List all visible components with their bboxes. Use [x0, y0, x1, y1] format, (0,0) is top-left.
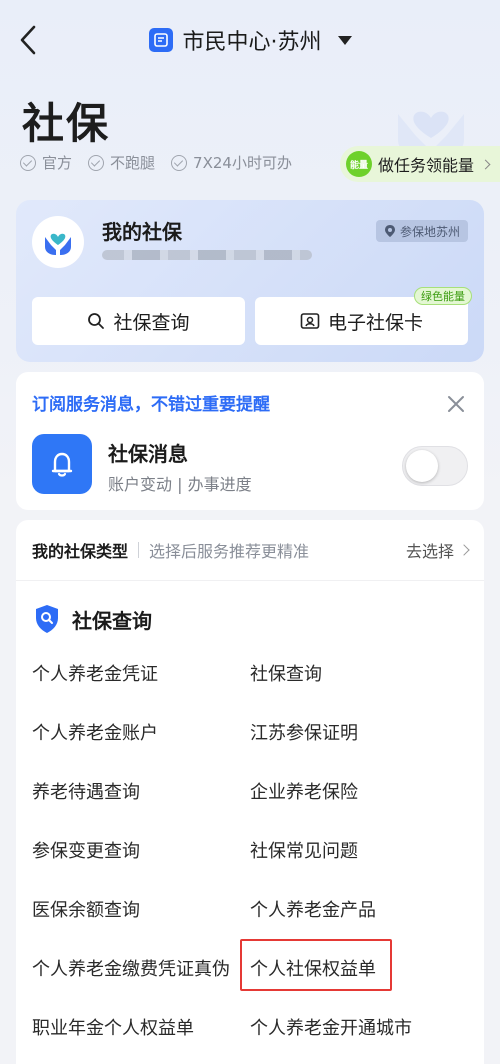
- card-title: 我的社保: [102, 220, 182, 244]
- divider: [16, 580, 484, 581]
- enrollment-change-query-link[interactable]: 参保变更查询: [32, 837, 140, 863]
- search-icon: [88, 313, 105, 329]
- pension-payment-verify-link[interactable]: 个人养老金缴费凭证真伪: [32, 955, 230, 981]
- insurance-type-hint: 选择后服务推荐更精准: [149, 542, 310, 561]
- social-security-query-link[interactable]: 社保查询: [250, 660, 322, 686]
- heart-hands-icon: [45, 233, 71, 255]
- pension-cities-link[interactable]: 个人养老金开通城市: [250, 1014, 412, 1040]
- energy-badge: 能量: [346, 151, 372, 177]
- green-energy-tag: 绿色能量: [414, 287, 472, 305]
- chevron-right-icon: [458, 544, 470, 556]
- faq-link[interactable]: 社保常见问题: [250, 837, 358, 863]
- choose-type-link[interactable]: 去选择: [406, 538, 470, 562]
- insurance-type-row[interactable]: 我的社保类型 选择后服务推荐更精准 去选择: [16, 520, 484, 580]
- shield-search-icon: [36, 605, 58, 633]
- subscription-heading: 订阅服务消息，不错过重要提醒: [32, 395, 270, 415]
- toggle-knob: [406, 450, 438, 482]
- pension-benefits-query-link[interactable]: 养老待遇查询: [32, 778, 140, 804]
- citizen-center-icon: [148, 28, 173, 52]
- subscription-card: 订阅服务消息，不错过重要提醒 社保消息 账户变动 | 办事进度: [16, 372, 484, 510]
- divider: [138, 542, 140, 558]
- page-title: 社保: [22, 99, 111, 148]
- energy-task-button[interactable]: 能量 做任务领能量: [340, 146, 500, 182]
- services-card: 我的社保类型 选择后服务推荐更精准 去选择 社保查询 个人养老金凭证 社保查询个人…: [16, 520, 484, 1064]
- close-icon[interactable]: [446, 394, 466, 414]
- bell-icon: [32, 434, 92, 494]
- enterprise-pension-link[interactable]: 企业养老保险: [250, 778, 358, 804]
- pension-products-link[interactable]: 个人养老金产品: [250, 896, 376, 922]
- section-header: 社保查询: [34, 604, 152, 634]
- check-circle-icon: [171, 154, 188, 171]
- feature-24h: 7X24小时可办: [171, 152, 292, 173]
- annuity-rights-statement-link[interactable]: 职业年金个人权益单: [32, 1014, 194, 1040]
- my-social-security-card: 我的社保 参保地苏州 社保查询 电子社保卡 绿色能量: [16, 200, 484, 362]
- masked-id-number: [102, 250, 312, 260]
- insurance-type-label: 我的社保类型: [32, 542, 129, 561]
- chevron-right-icon: [480, 159, 491, 169]
- subscription-toggle[interactable]: [402, 446, 468, 486]
- nav-bar: 市民中心·苏州: [0, 0, 500, 80]
- check-circle-icon: [20, 154, 36, 171]
- feature-no-trip: 不跑腿: [88, 152, 155, 173]
- id-card-icon: [300, 313, 320, 329]
- feature-official: 官方: [20, 152, 72, 173]
- pension-voucher-link[interactable]: 个人养老金凭证: [32, 660, 158, 686]
- e-social-card-button[interactable]: 电子社保卡 绿色能量: [255, 287, 472, 345]
- location-tag: 参保地苏州: [375, 220, 468, 242]
- pension-account-link[interactable]: 个人养老金账户: [32, 719, 158, 745]
- check-circle-icon: [88, 154, 105, 171]
- dropdown-caret-icon: [337, 35, 352, 45]
- jiangsu-certificate-link[interactable]: 江苏参保证明: [250, 719, 358, 745]
- highlight-frame: [240, 939, 392, 991]
- nav-title: 市民中心·苏州: [182, 30, 322, 55]
- location-pin-icon: [384, 225, 395, 237]
- section-title: 社保查询: [72, 608, 152, 633]
- message-title: 社保消息: [108, 442, 188, 466]
- feature-list: 官方 不跑腿 7X24小时可办: [20, 152, 292, 173]
- avatar: [32, 216, 84, 268]
- social-security-query-button[interactable]: 社保查询: [32, 297, 245, 345]
- energy-task-label: 做任务领能量: [378, 156, 475, 175]
- city-selector[interactable]: 市民中心·苏州: [0, 24, 500, 56]
- medical-balance-query-link[interactable]: 医保余额查询: [32, 896, 140, 922]
- message-desc: 账户变动 | 办事进度: [108, 475, 252, 494]
